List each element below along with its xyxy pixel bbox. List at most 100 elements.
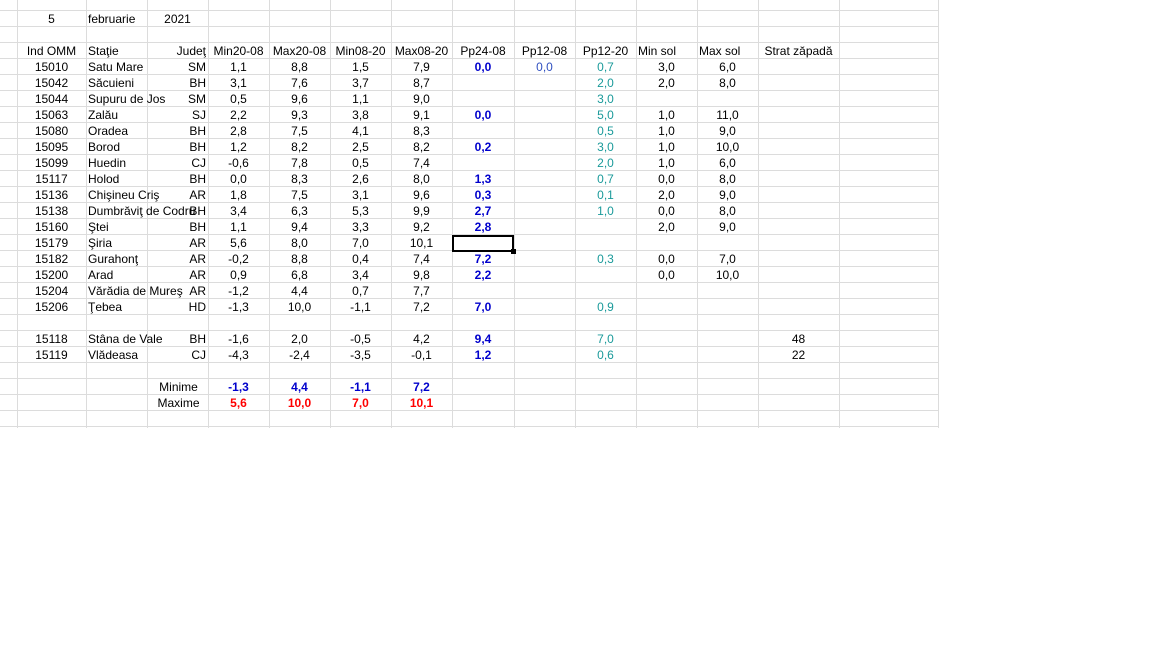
data-cell-pp1220[interactable]: 1,0 [575,203,636,219]
data-cell-pp1220[interactable]: 0,5 [575,123,636,139]
column-header[interactable]: Judeţ [147,43,208,59]
data-cell-max2008[interactable]: 7,8 [269,155,330,171]
data-cell-pp1220[interactable]: 2,0 [575,155,636,171]
data-cell-min2008[interactable]: 1,2 [208,139,269,155]
data-cell-max2008[interactable]: 8,8 [269,251,330,267]
data-cell-county[interactable]: BH [147,219,208,235]
data-cell-county[interactable]: CJ [147,155,208,171]
data-cell-county[interactable]: BH [147,123,208,139]
data-cell-min0820[interactable]: 1,5 [330,59,391,75]
data-cell-min2008[interactable]: 1,8 [208,187,269,203]
data-cell-min0820[interactable]: 3,4 [330,267,391,283]
data-cell-min0820[interactable]: 3,7 [330,75,391,91]
data-cell-minsol[interactable]: 1,0 [636,107,697,123]
data-cell-min0820[interactable]: 2,5 [330,139,391,155]
data-cell-max0820[interactable]: 8,3 [391,123,452,139]
data-cell-pp1220[interactable]: 2,0 [575,75,636,91]
data-cell-max0820[interactable]: 7,4 [391,251,452,267]
data-cell-min0820[interactable]: 1,1 [330,91,391,107]
data-cell-min0820[interactable]: 3,3 [330,219,391,235]
data-cell-minsol[interactable]: 3,0 [636,59,697,75]
data-cell-minsol[interactable]: 0,0 [636,251,697,267]
data-cell-minsol[interactable]: 0,0 [636,267,697,283]
data-cell-county[interactable]: BH [147,171,208,187]
data-cell-min0820[interactable]: 0,7 [330,283,391,299]
data-cell-max0820[interactable]: 9,2 [391,219,452,235]
data-cell-min0820[interactable]: 4,1 [330,123,391,139]
data-cell-pp1220[interactable]: 0,9 [575,299,636,315]
data-cell-station[interactable]: Stâna de Vale [86,331,163,347]
data-cell-id[interactable]: 15117 [17,171,86,187]
data-cell-pp2408[interactable]: 2,2 [452,267,514,283]
data-cell-max0820[interactable]: 8,0 [391,171,452,187]
data-cell-id[interactable]: 15160 [17,219,86,235]
data-cell-county[interactable]: BH [147,331,208,347]
minime-label[interactable]: Minime [148,379,209,395]
data-cell-id[interactable]: 15136 [17,187,86,203]
data-cell-max0820[interactable]: 7,7 [391,283,452,299]
data-cell-max2008[interactable]: 4,4 [269,283,330,299]
data-cell-maxsol[interactable]: 11,0 [697,107,758,123]
data-cell-maxsol[interactable]: 6,0 [697,59,758,75]
minime-value[interactable]: -1,1 [330,379,391,395]
column-header[interactable]: Min sol [636,43,697,59]
data-cell-max2008[interactable]: 9,3 [269,107,330,123]
data-cell-station[interactable]: Arad [86,267,147,283]
maxime-value[interactable]: 7,0 [330,395,391,411]
data-cell-pp1220[interactable]: 0,6 [575,347,636,363]
data-cell-county[interactable]: CJ [147,347,208,363]
column-header[interactable]: Max08-20 [391,43,452,59]
data-cell-id[interactable]: 15099 [17,155,86,171]
data-cell-max0820[interactable]: 9,0 [391,91,452,107]
data-cell-max0820[interactable]: -0,1 [391,347,452,363]
data-cell-max0820[interactable]: 10,1 [391,235,452,251]
column-header[interactable]: Staţie [86,43,147,59]
data-cell-station[interactable]: Săcuieni [86,75,147,91]
data-cell-pp2408[interactable]: 7,2 [452,251,514,267]
data-cell-pp2408[interactable]: 0,0 [452,107,514,123]
data-cell-minsol[interactable]: 1,0 [636,123,697,139]
date-year[interactable]: 2021 [147,11,208,27]
column-header[interactable]: Ind OMM [17,43,86,59]
data-cell-min2008[interactable]: 2,8 [208,123,269,139]
data-cell-pp2408[interactable]: 1,2 [452,347,514,363]
minime-value[interactable]: 4,4 [269,379,330,395]
data-cell-id[interactable]: 15044 [17,91,86,107]
data-cell-min2008[interactable]: 5,6 [208,235,269,251]
data-cell-id[interactable]: 15095 [17,139,86,155]
data-cell-min2008[interactable]: -1,3 [208,299,269,315]
data-cell-station[interactable]: Dumbrăviţ de Codru [86,203,195,219]
data-cell-id[interactable]: 15063 [17,107,86,123]
data-cell-county[interactable]: BH [147,203,208,219]
data-cell-county[interactable]: SJ [147,107,208,123]
data-cell-snow[interactable]: 22 [758,347,839,363]
data-cell-max0820[interactable]: 9,6 [391,187,452,203]
data-cell-min2008[interactable]: -4,3 [208,347,269,363]
data-cell-station[interactable]: Supuru de Jos [86,91,165,107]
data-cell-snow[interactable]: 48 [758,331,839,347]
data-cell-min0820[interactable]: -0,5 [330,331,391,347]
data-cell-max2008[interactable]: 9,4 [269,219,330,235]
data-cell-max0820[interactable]: 9,8 [391,267,452,283]
data-cell-pp1208[interactable]: 0,0 [514,59,575,75]
data-cell-minsol[interactable]: 1,0 [636,139,697,155]
data-cell-min2008[interactable]: 3,1 [208,75,269,91]
data-cell-pp1220[interactable]: 0,1 [575,187,636,203]
data-cell-max2008[interactable]: 7,5 [269,123,330,139]
data-cell-max2008[interactable]: 6,3 [269,203,330,219]
data-cell-min2008[interactable]: -1,2 [208,283,269,299]
data-cell-min2008[interactable]: 0,9 [208,267,269,283]
data-cell-id[interactable]: 15118 [17,331,86,347]
column-header[interactable]: Pp24-08 [452,43,514,59]
spreadsheet-grid[interactable]: 5 februarie 2021 Ind OMM Staţie Judeţ Min20-08… [0,0,939,428]
data-cell-min2008[interactable]: -0,2 [208,251,269,267]
minime-value[interactable]: -1,3 [208,379,269,395]
data-cell-station[interactable]: Oradea [86,123,147,139]
data-cell-id[interactable]: 15119 [17,347,86,363]
data-cell-maxsol[interactable]: 9,0 [697,219,758,235]
data-cell-maxsol[interactable]: 8,0 [697,75,758,91]
data-cell-station[interactable]: Huedin [86,155,147,171]
column-header[interactable]: Max sol [697,43,758,59]
data-cell-station[interactable]: Holod [86,171,147,187]
column-header[interactable]: Pp12-08 [514,43,575,59]
